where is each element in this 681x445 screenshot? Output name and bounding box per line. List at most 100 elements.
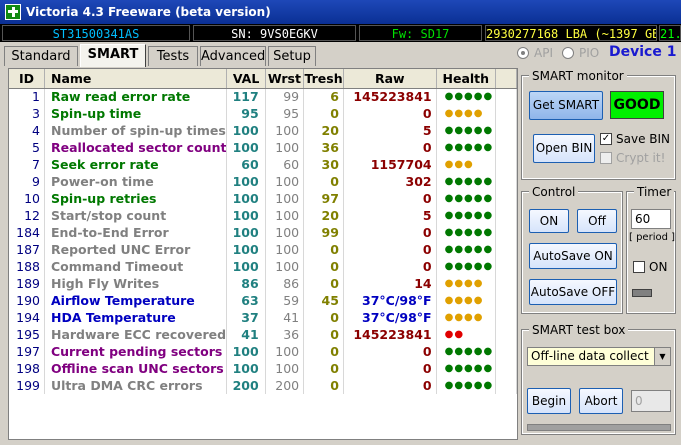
autosave-on-button[interactable]: AutoSave ON xyxy=(529,243,617,269)
attr-id: 7 xyxy=(9,156,45,173)
test-progress-bar xyxy=(527,424,671,431)
attr-health: ●●●●● xyxy=(436,241,496,258)
tab-smart[interactable]: SMART xyxy=(80,44,146,67)
title-bar[interactable]: Victoria 4.3 Freeware (beta version) xyxy=(0,0,681,24)
col-header-id[interactable]: ID xyxy=(9,69,45,89)
begin-button[interactable]: Begin xyxy=(527,388,571,414)
smart-attributes-table[interactable]: ID Name VAL Wrst Tresh Raw Health 1 Raw r… xyxy=(8,68,518,440)
col-header-name[interactable]: Name xyxy=(44,69,228,89)
attr-worst: 100 xyxy=(265,190,305,207)
timer-period-input[interactable]: 60 xyxy=(631,209,671,229)
table-row[interactable]: 194 HDA Temperature 37 41 0 37°C/98°F ●●●● xyxy=(9,309,517,326)
attr-raw: 302 xyxy=(343,173,437,190)
chevron-down-icon[interactable]: ▼ xyxy=(654,348,670,365)
tab-advanced[interactable]: Advanced xyxy=(200,46,266,66)
col-header-raw[interactable]: Raw xyxy=(343,69,437,89)
table-row[interactable]: 197 Current pending sectors 100 100 0 0 ●●●●● xyxy=(9,343,517,360)
attr-raw: 0 xyxy=(343,343,437,360)
attr-worst: 99 xyxy=(265,88,305,105)
attr-worst: 60 xyxy=(265,156,305,173)
row-filler xyxy=(495,156,517,173)
control-off-button[interactable]: Off xyxy=(577,209,617,233)
timer-on-checkbox[interactable] xyxy=(633,261,645,273)
attr-worst: 100 xyxy=(265,258,305,275)
attr-health: ●●●●● xyxy=(436,88,496,105)
table-row[interactable]: 184 End-to-End Error 100 100 99 0 ●●●●● xyxy=(9,224,517,241)
timer-period-label: [ period ] xyxy=(629,232,676,243)
table-row[interactable]: 5 Reallocated sector count 100 100 36 0 ●●●●● xyxy=(9,139,517,156)
table-row[interactable]: 1 Raw read error rate 117 99 6 145223841 ●●●●● xyxy=(9,88,517,105)
attr-name: Reported UNC Error xyxy=(44,241,228,258)
attr-value: 63 xyxy=(226,292,266,309)
timer-indicator xyxy=(632,289,652,297)
get-smart-button[interactable]: Get SMART xyxy=(529,91,603,120)
attr-id: 9 xyxy=(9,173,45,190)
table-row[interactable]: 7 Seek error rate 60 60 30 1157704 ●●● xyxy=(9,156,517,173)
col-header-tresh[interactable]: Tresh xyxy=(303,69,344,89)
table-row[interactable]: 189 High Fly Writes 86 86 0 14 ●●●● xyxy=(9,275,517,292)
table-row[interactable]: 190 Airflow Temperature 63 59 45 37°C/98°F ●●●… xyxy=(9,292,517,309)
table-row[interactable]: 10 Spin-up retries 100 100 97 0 ●●●●● xyxy=(9,190,517,207)
table-row[interactable]: 188 Command Timeout 100 100 0 0 ●●●●● xyxy=(9,258,517,275)
save-bin-label: Save BIN xyxy=(616,132,671,146)
attr-raw: 5 xyxy=(343,122,437,139)
table-row[interactable]: 195 Hardware ECC recovered 41 36 0 145223841 ●… xyxy=(9,326,517,343)
table-row[interactable]: 3 Spin-up time 95 95 0 0 ●●●● xyxy=(9,105,517,122)
attr-name: HDA Temperature xyxy=(44,309,228,326)
attr-threshold: 99 xyxy=(303,224,344,241)
table-row[interactable]: 198 Offline scan UNC sectors 100 100 0 0 ●●●●● xyxy=(9,360,517,377)
attr-name: Seek error rate xyxy=(44,156,228,173)
attr-raw: 0 xyxy=(343,224,437,241)
pio-radio[interactable] xyxy=(562,47,574,59)
timer-group: Timer 60 [ period ] ON xyxy=(626,185,676,314)
api-radio[interactable] xyxy=(517,47,529,59)
test-type-select[interactable]: Off-line data collect ▼ xyxy=(527,347,671,366)
attr-value: 100 xyxy=(226,258,266,275)
attr-raw: 145223841 xyxy=(343,326,437,343)
col-header-wrst[interactable]: Wrst xyxy=(265,69,305,89)
attr-value: 100 xyxy=(226,173,266,190)
attr-threshold: 30 xyxy=(303,156,344,173)
attr-name: Airflow Temperature xyxy=(44,292,228,309)
table-row[interactable]: 187 Reported UNC Error 100 100 0 0 ●●●●● xyxy=(9,241,517,258)
attr-name: Command Timeout xyxy=(44,258,228,275)
attr-worst: 100 xyxy=(265,207,305,224)
tab-setup[interactable]: Setup xyxy=(268,46,316,66)
control-on-button[interactable]: ON xyxy=(529,209,569,233)
autosave-off-button[interactable]: AutoSave OFF xyxy=(529,279,617,305)
attr-id: 190 xyxy=(9,292,45,309)
col-header-health[interactable]: Health xyxy=(436,69,496,89)
row-filler xyxy=(495,207,517,224)
crypt-label: Crypt it! xyxy=(616,151,666,165)
attr-name: Spin-up time xyxy=(44,105,228,122)
row-filler xyxy=(495,88,517,105)
attr-worst: 100 xyxy=(265,122,305,139)
attr-raw: 14 xyxy=(343,275,437,292)
attr-id: 12 xyxy=(9,207,45,224)
row-filler xyxy=(495,343,517,360)
table-row[interactable]: 12 Start/stop count 100 100 20 5 ●●●●● xyxy=(9,207,517,224)
attr-raw: 145223841 xyxy=(343,88,437,105)
table-row[interactable]: 4 Number of spin-up times 100 100 20 5 ●●●●● xyxy=(9,122,517,139)
attr-health: ●●●● xyxy=(436,292,496,309)
crypt-checkbox[interactable] xyxy=(600,152,612,164)
save-bin-checkbox[interactable]: ✓ xyxy=(600,133,612,145)
open-bin-button[interactable]: Open BIN xyxy=(533,134,595,163)
attr-value: 100 xyxy=(226,241,266,258)
smart-test-box-group: SMART test box Off-line data collect ▼ B… xyxy=(521,323,676,435)
smart-status-badge: GOOD xyxy=(610,91,664,119)
abort-button[interactable]: Abort xyxy=(579,388,623,414)
table-row[interactable]: 9 Power-on time 100 100 0 302 ●●●●● xyxy=(9,173,517,190)
table-row[interactable]: 199 Ultra DMA CRC errors 200 200 0 0 ●●●●● xyxy=(9,377,517,394)
col-header-val[interactable]: VAL xyxy=(226,69,266,89)
test-number-input[interactable]: 0 xyxy=(631,390,671,412)
table-header-row: ID Name VAL Wrst Tresh Raw Health xyxy=(9,69,517,89)
attr-name: Reallocated sector count xyxy=(44,139,228,156)
tab-tests[interactable]: Tests xyxy=(148,46,198,66)
attr-worst: 100 xyxy=(265,173,305,190)
row-filler xyxy=(495,241,517,258)
attr-id: 5 xyxy=(9,139,45,156)
row-filler xyxy=(495,360,517,377)
tab-standard[interactable]: Standard xyxy=(4,46,78,66)
attr-raw: 0 xyxy=(343,139,437,156)
